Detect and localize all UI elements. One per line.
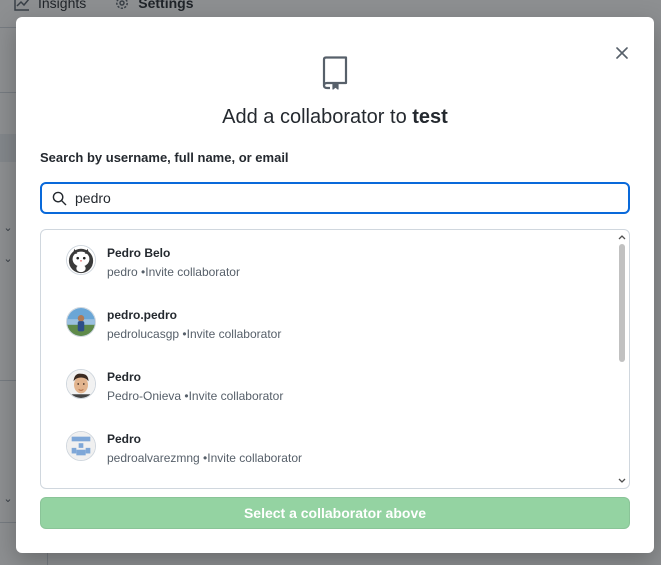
cat-avatar [66,245,96,275]
list-item[interactable]: Pedro Belo pedro •Invite collaborator [41,230,617,290]
list-item[interactable]: pedro.pedro pedrolucasgp •Invite collabo… [41,292,617,352]
search-input[interactable] [75,190,615,206]
result-action: Invite collaborator [186,327,282,341]
scroll-up-icon[interactable] [615,230,629,244]
result-name: pedro.pedro [107,308,178,322]
result-subtitle: pedroalvarezmng •Invite collaborator [107,451,302,465]
dialog-title: Add a collaborator to test [16,106,654,129]
repo-icon [322,56,348,90]
result-text: Pedro Pedro-Onieva •Invite collaborator [107,370,283,403]
result-name: Pedro [107,432,142,446]
search-label: Search by username, full name, or email [40,150,289,165]
result-text: Pedro pedroalvarezmng •Invite collaborat… [107,432,302,465]
search-icon [52,191,67,205]
close-icon [616,47,628,59]
result-username: pedrolucasgp [107,327,180,341]
result-username: pedroalvarezmng [107,451,200,465]
result-username: pedro [107,265,138,279]
scrollbar-thumb[interactable] [619,244,625,362]
identicon-avatar [66,431,96,461]
face-avatar [66,369,96,399]
photo-avatar [66,307,96,337]
search-field[interactable] [40,182,630,214]
list-item[interactable]: Pedro pedroalvarezmng •Invite collaborat… [41,416,617,476]
close-button[interactable] [614,45,630,61]
scroll-down-icon[interactable] [615,474,629,488]
result-subtitle: pedro •Invite collaborator [107,265,240,279]
repo-name: test [412,106,448,128]
result-name: Pedro Belo [107,246,171,260]
search-results: Pedro Belo pedro •Invite collaborator pe… [40,229,630,489]
add-collaborator-dialog: Add a collaborator to test Search by use… [16,17,654,553]
result-subtitle: Pedro-Onieva •Invite collaborator [107,389,284,403]
result-action: Invite collaborator [188,389,284,403]
result-text: Pedro Belo pedro •Invite collaborator [107,246,240,279]
result-action: Invite collaborator [145,265,240,279]
list-item[interactable]: Pedro Pedro-Onieva •Invite collaborator [41,354,617,414]
result-action: Invite collaborator [207,451,302,465]
result-subtitle: pedrolucasgp •Invite collaborator [107,327,282,341]
dialog-title-text: Add a collaborator to [222,106,407,128]
results-scrollbar[interactable] [615,230,629,488]
result-text: pedro.pedro pedrolucasgp •Invite collabo… [107,308,281,341]
select-collaborator-button[interactable]: Select a collaborator above [40,497,630,529]
result-name: Pedro [107,370,142,384]
result-username: Pedro-Onieva [107,389,182,403]
